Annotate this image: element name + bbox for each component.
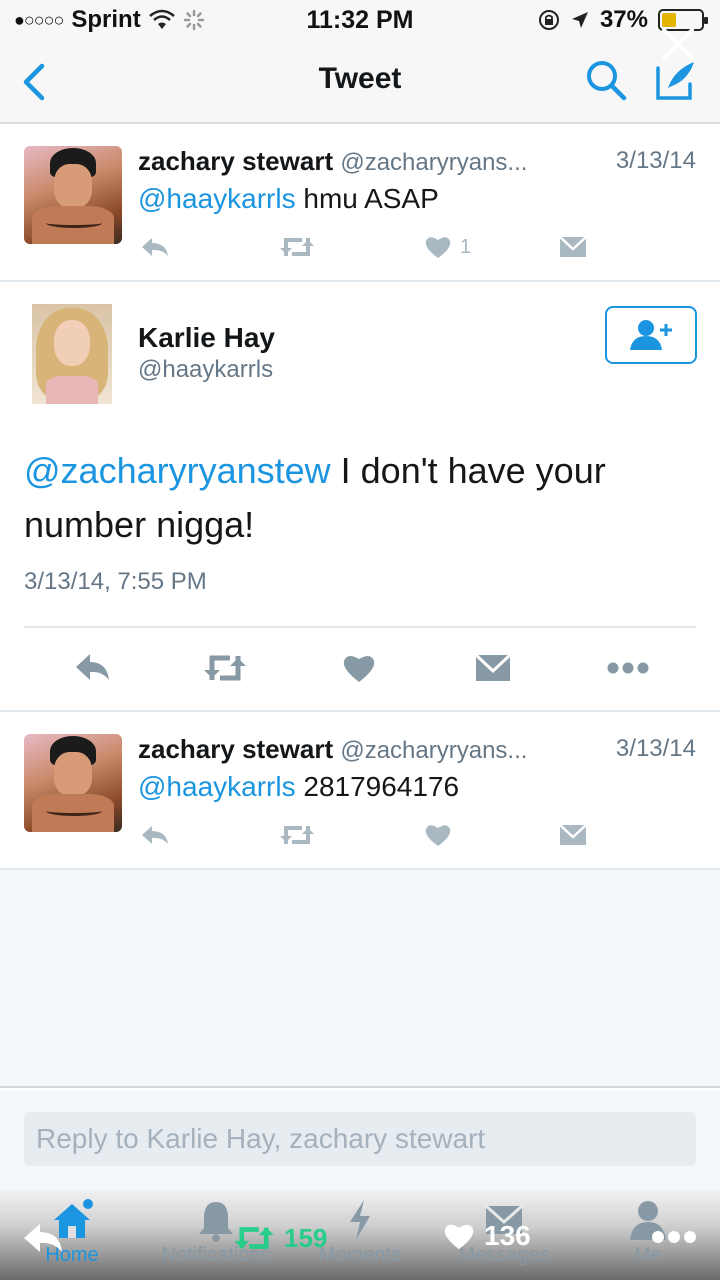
retweet-icon: [280, 238, 314, 256]
divider: [24, 626, 696, 628]
author-name[interactable]: zachary stewart: [138, 146, 333, 176]
battery-percent: 37%: [599, 6, 648, 33]
author-name[interactable]: Karlie Hay: [138, 322, 275, 354]
retweet-button[interactable]: [278, 230, 316, 264]
tweet-date: 3/13/14: [615, 147, 696, 174]
reply-icon[interactable]: [72, 648, 112, 688]
like-button[interactable]: 1: [424, 230, 471, 264]
tweet-item[interactable]: zachary stewart @zacharyryans... 3/13/14…: [0, 714, 720, 870]
more-options-icon[interactable]: [606, 648, 650, 688]
direct-message-button[interactable]: [558, 818, 588, 852]
avatar[interactable]: [24, 734, 122, 832]
avatar[interactable]: [32, 304, 112, 404]
mention-link[interactable]: @zacharyryanstew: [24, 450, 331, 491]
location-arrow-icon: [571, 12, 588, 28]
overlay-reply-icon[interactable]: [20, 1218, 66, 1258]
heart-icon[interactable]: [342, 648, 376, 688]
reply-button[interactable]: [138, 818, 170, 852]
mention-link[interactable]: @haaykarrls: [138, 771, 296, 802]
tweet-header: zachary stewart @zacharyryans...: [138, 734, 527, 765]
heart-icon: [425, 237, 451, 258]
reply-icon: [142, 238, 168, 256]
envelope-icon: [559, 236, 587, 257]
like-button[interactable]: [424, 818, 452, 852]
tweet-item[interactable]: zachary stewart @zacharyryans... 3/13/14…: [0, 126, 720, 282]
follow-button[interactable]: [605, 306, 697, 364]
orientation-lock-icon: [538, 10, 559, 30]
main-tweet: Karlie Hay @haaykarrls @zacharyryanstew …: [0, 284, 720, 712]
navigation-bar: Tweet: [0, 28, 720, 124]
tab-bar: Home Notifications Moments Messages Me: [0, 1190, 720, 1280]
heart-icon: [444, 1224, 474, 1250]
author-handle: @haaykarrls: [138, 356, 274, 383]
status-bar: ●○○○○ Sprint 11:32 PM 37%: [0, 0, 720, 40]
tweet-header: zachary stewart @zacharyryans...: [138, 146, 527, 177]
heart-icon: [425, 825, 451, 846]
like-count: 1: [460, 235, 472, 258]
tweet-body: 2817964176: [295, 771, 460, 802]
tweet-text: @haaykarrls hmu ASAP: [138, 183, 439, 215]
add-user-icon: [630, 320, 672, 350]
direct-message-button[interactable]: [558, 230, 588, 264]
tweet-body: hmu ASAP: [295, 183, 439, 214]
tweet-date: 3/13/14: [615, 735, 696, 762]
tweet-actions: 1: [138, 230, 598, 264]
tweet-text: @zacharyryanstew I don't have your numbe…: [24, 444, 694, 552]
overlay-more-icon[interactable]: [650, 1222, 698, 1252]
like-count: 136: [484, 1220, 531, 1251]
lightning-icon: [350, 1200, 370, 1240]
retweet-icon: [280, 826, 314, 844]
author-handle: @zacharyryans...: [340, 149, 528, 176]
retweet-count: 159: [284, 1222, 328, 1253]
close-icon[interactable]: [656, 22, 700, 66]
overlay-like[interactable]: 136: [442, 1220, 531, 1252]
overlay-retweet[interactable]: 159: [232, 1222, 327, 1254]
tab-label: Me: [634, 1244, 662, 1266]
mention-link[interactable]: @haaykarrls: [138, 183, 296, 214]
envelope-icon: [559, 824, 587, 845]
reply-bar: [0, 1090, 720, 1190]
tweet-timestamp: 3/13/14, 7:55 PM: [24, 568, 207, 595]
tab-me[interactable]: Me: [576, 1196, 720, 1280]
reply-icon: [142, 826, 168, 844]
tweet-actions: [138, 818, 598, 852]
author-name[interactable]: zachary stewart: [138, 734, 333, 764]
tweet-text: @haaykarrls 2817964176: [138, 771, 459, 803]
author-handle: @zacharyryans...: [340, 737, 528, 764]
retweet-button[interactable]: [278, 818, 316, 852]
envelope-icon[interactable]: [474, 648, 512, 688]
reply-input[interactable]: [24, 1112, 696, 1166]
search-icon[interactable]: [584, 58, 630, 104]
retweet-icon: [234, 1227, 274, 1249]
empty-area: [0, 870, 720, 1088]
avatar[interactable]: [24, 146, 122, 244]
reply-button[interactable]: [138, 230, 170, 264]
retweet-icon[interactable]: [202, 648, 248, 688]
